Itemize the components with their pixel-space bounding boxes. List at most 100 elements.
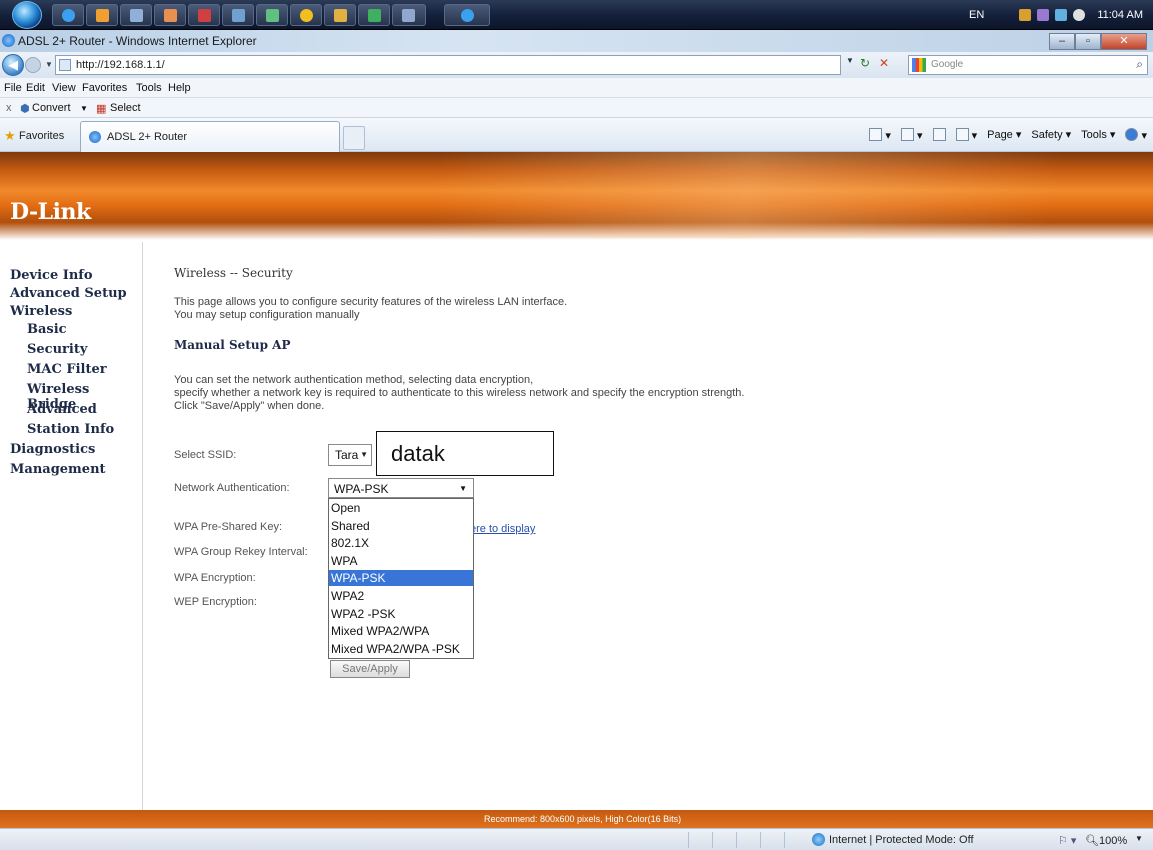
sidebar-item-diagnostics[interactable]: Diagnostics [10,442,95,457]
zoom-level[interactable]: 🔍︎100% [1085,834,1127,847]
convert-button[interactable]: Convert [32,102,71,114]
sidebar-item-advanced-setup[interactable]: Advanced Setup [10,286,127,301]
taskbar-app-icon[interactable] [120,4,152,26]
stop-icon[interactable]: ✕ [879,56,889,70]
sidebar-item-wireless[interactable]: Wireless [10,304,72,319]
feeds-button[interactable]: ▾ [900,128,923,144]
home-button[interactable]: ▾ [869,128,891,144]
chevron-down-icon: ▼ [459,484,467,493]
toolbar-close-icon[interactable]: x [6,102,12,114]
security-zone[interactable]: Internet | Protected Mode: Off [829,834,974,846]
breadcrumb: Wireless -- Security [174,266,293,280]
sidebar-item-station-info[interactable]: Station Info [27,422,114,437]
sidebar-item-advanced[interactable]: Advanced [27,402,97,417]
auth-option[interactable]: Open [329,500,473,516]
convert-dropdown-icon[interactable]: ▼ [80,104,88,113]
tab-label: ADSL 2+ Router [107,131,187,143]
main-content: Wireless -- Security This page allows yo… [144,242,1153,810]
favorites-button[interactable]: Favorites [19,130,64,142]
protected-mode-icon[interactable]: ⚐ ▾ [1058,834,1076,847]
page-menu-label: Page [987,129,1013,141]
taskbar-app-icon[interactable] [290,4,322,26]
taskbar-app-icon[interactable] [154,4,186,26]
history-dropdown-icon[interactable]: ▼ [45,60,53,69]
status-divider [736,832,737,848]
sidebar-item-management[interactable]: Management [10,462,106,477]
refresh-icon[interactable]: ↻ [860,56,870,70]
menu-file[interactable]: File [4,82,22,94]
search-input[interactable]: Google ⌕ [908,55,1148,75]
mail-icon [932,128,946,141]
tray-volume-icon[interactable] [1073,9,1085,21]
auth-option[interactable]: WPA2 -PSK [329,606,473,622]
sidebar-item-security[interactable]: Security [27,342,87,357]
footer-recommendation: Recommend: 800x600 pixels, High Color(16… [484,814,682,824]
rekey-label: WPA Group Rekey Interval: [174,546,308,558]
menu-tools[interactable]: Tools [136,82,162,94]
url-text: http://192.168.1.1/ [76,59,165,71]
display-key-link[interactable]: ere to display [470,523,535,535]
auth-option[interactable]: WPA2 [329,588,473,604]
auth-option[interactable]: WPA [329,553,473,569]
menu-view[interactable]: View [52,82,76,94]
taskbar-app-icon[interactable] [256,4,288,26]
taskbar-app-icon[interactable] [324,4,356,26]
tray-network-icon[interactable] [1055,9,1067,21]
auth-option[interactable]: Mixed WPA2/WPA -PSK [329,641,473,657]
psk-label: WPA Pre-Shared Key: [174,521,283,533]
window-controls: – ▫ ✕ [1049,33,1147,50]
mail-button[interactable] [932,128,946,144]
minimize-button[interactable]: – [1049,33,1075,50]
auth-option[interactable]: 802.1X [329,535,473,551]
back-button[interactable]: ◀ [2,54,24,76]
maximize-button[interactable]: ▫ [1075,33,1101,50]
taskbar-app-icon[interactable] [86,4,118,26]
status-divider [688,832,689,848]
tray-app-icon[interactable] [1037,9,1049,21]
taskbar-app-icon[interactable] [222,4,254,26]
menu-favorites[interactable]: Favorites [82,82,127,94]
home-icon [869,128,883,141]
auth-option[interactable]: Shared [329,518,473,534]
system-tray: EN 11:04 AM [933,0,1153,30]
taskbar-ie-icon[interactable] [52,4,84,26]
select-icon: ▦ [96,103,107,115]
new-tab-button[interactable] [343,126,365,150]
page-menu[interactable]: Page ▾ [987,128,1021,144]
wep-encryption-label: WEP Encryption: [174,596,257,608]
search-icon[interactable]: ⌕ [1136,57,1143,72]
network-auth-select[interactable]: WPA-PSK ▼ [328,478,474,498]
globe-icon [812,833,825,846]
clock[interactable]: 11:04 AM [1097,9,1143,21]
taskbar-app-icon[interactable] [188,4,220,26]
menu-edit[interactable]: Edit [26,82,45,94]
menu-help[interactable]: Help [168,82,191,94]
sidebar-item-mac-filter[interactable]: MAC Filter [27,362,107,377]
url-dropdown-icon[interactable]: ▼ [846,56,854,65]
section-title: Manual Setup AP [174,338,291,352]
select-button[interactable]: Select [110,102,141,114]
tray-flag-icon[interactable] [1019,9,1031,21]
taskbar-ie-window-button[interactable] [444,4,490,26]
forward-button[interactable] [25,57,41,73]
window-title: ADSL 2+ Router - Windows Internet Explor… [18,34,257,48]
save-apply-button[interactable]: Save/Apply [330,660,410,678]
ssid-select[interactable]: Tara ▼ [328,444,372,466]
zoom-dropdown-icon[interactable]: ▼ [1135,834,1143,843]
start-button[interactable] [12,1,42,29]
language-indicator[interactable]: EN [969,9,984,21]
auth-option[interactable]: Mixed WPA2/WPA [329,623,473,639]
taskbar-app-icon[interactable] [358,4,390,26]
sidebar-item-device-info[interactable]: Device Info [10,268,93,283]
tab-adsl-router[interactable]: ADSL 2+ Router [80,121,340,152]
auth-option[interactable]: WPA-PSK [329,570,473,587]
print-button[interactable]: ▾ [955,128,977,144]
favorites-star-icon[interactable]: ★ [4,128,16,144]
taskbar-app-icon[interactable] [392,4,426,26]
safety-menu[interactable]: Safety ▾ [1031,128,1071,144]
tools-menu[interactable]: Tools ▾ [1081,128,1115,144]
help-menu[interactable]: ▾ [1125,128,1147,144]
sidebar-item-basic[interactable]: Basic [27,322,67,337]
url-input[interactable]: http://192.168.1.1/ [55,55,841,75]
close-button[interactable]: ✕ [1101,33,1147,50]
